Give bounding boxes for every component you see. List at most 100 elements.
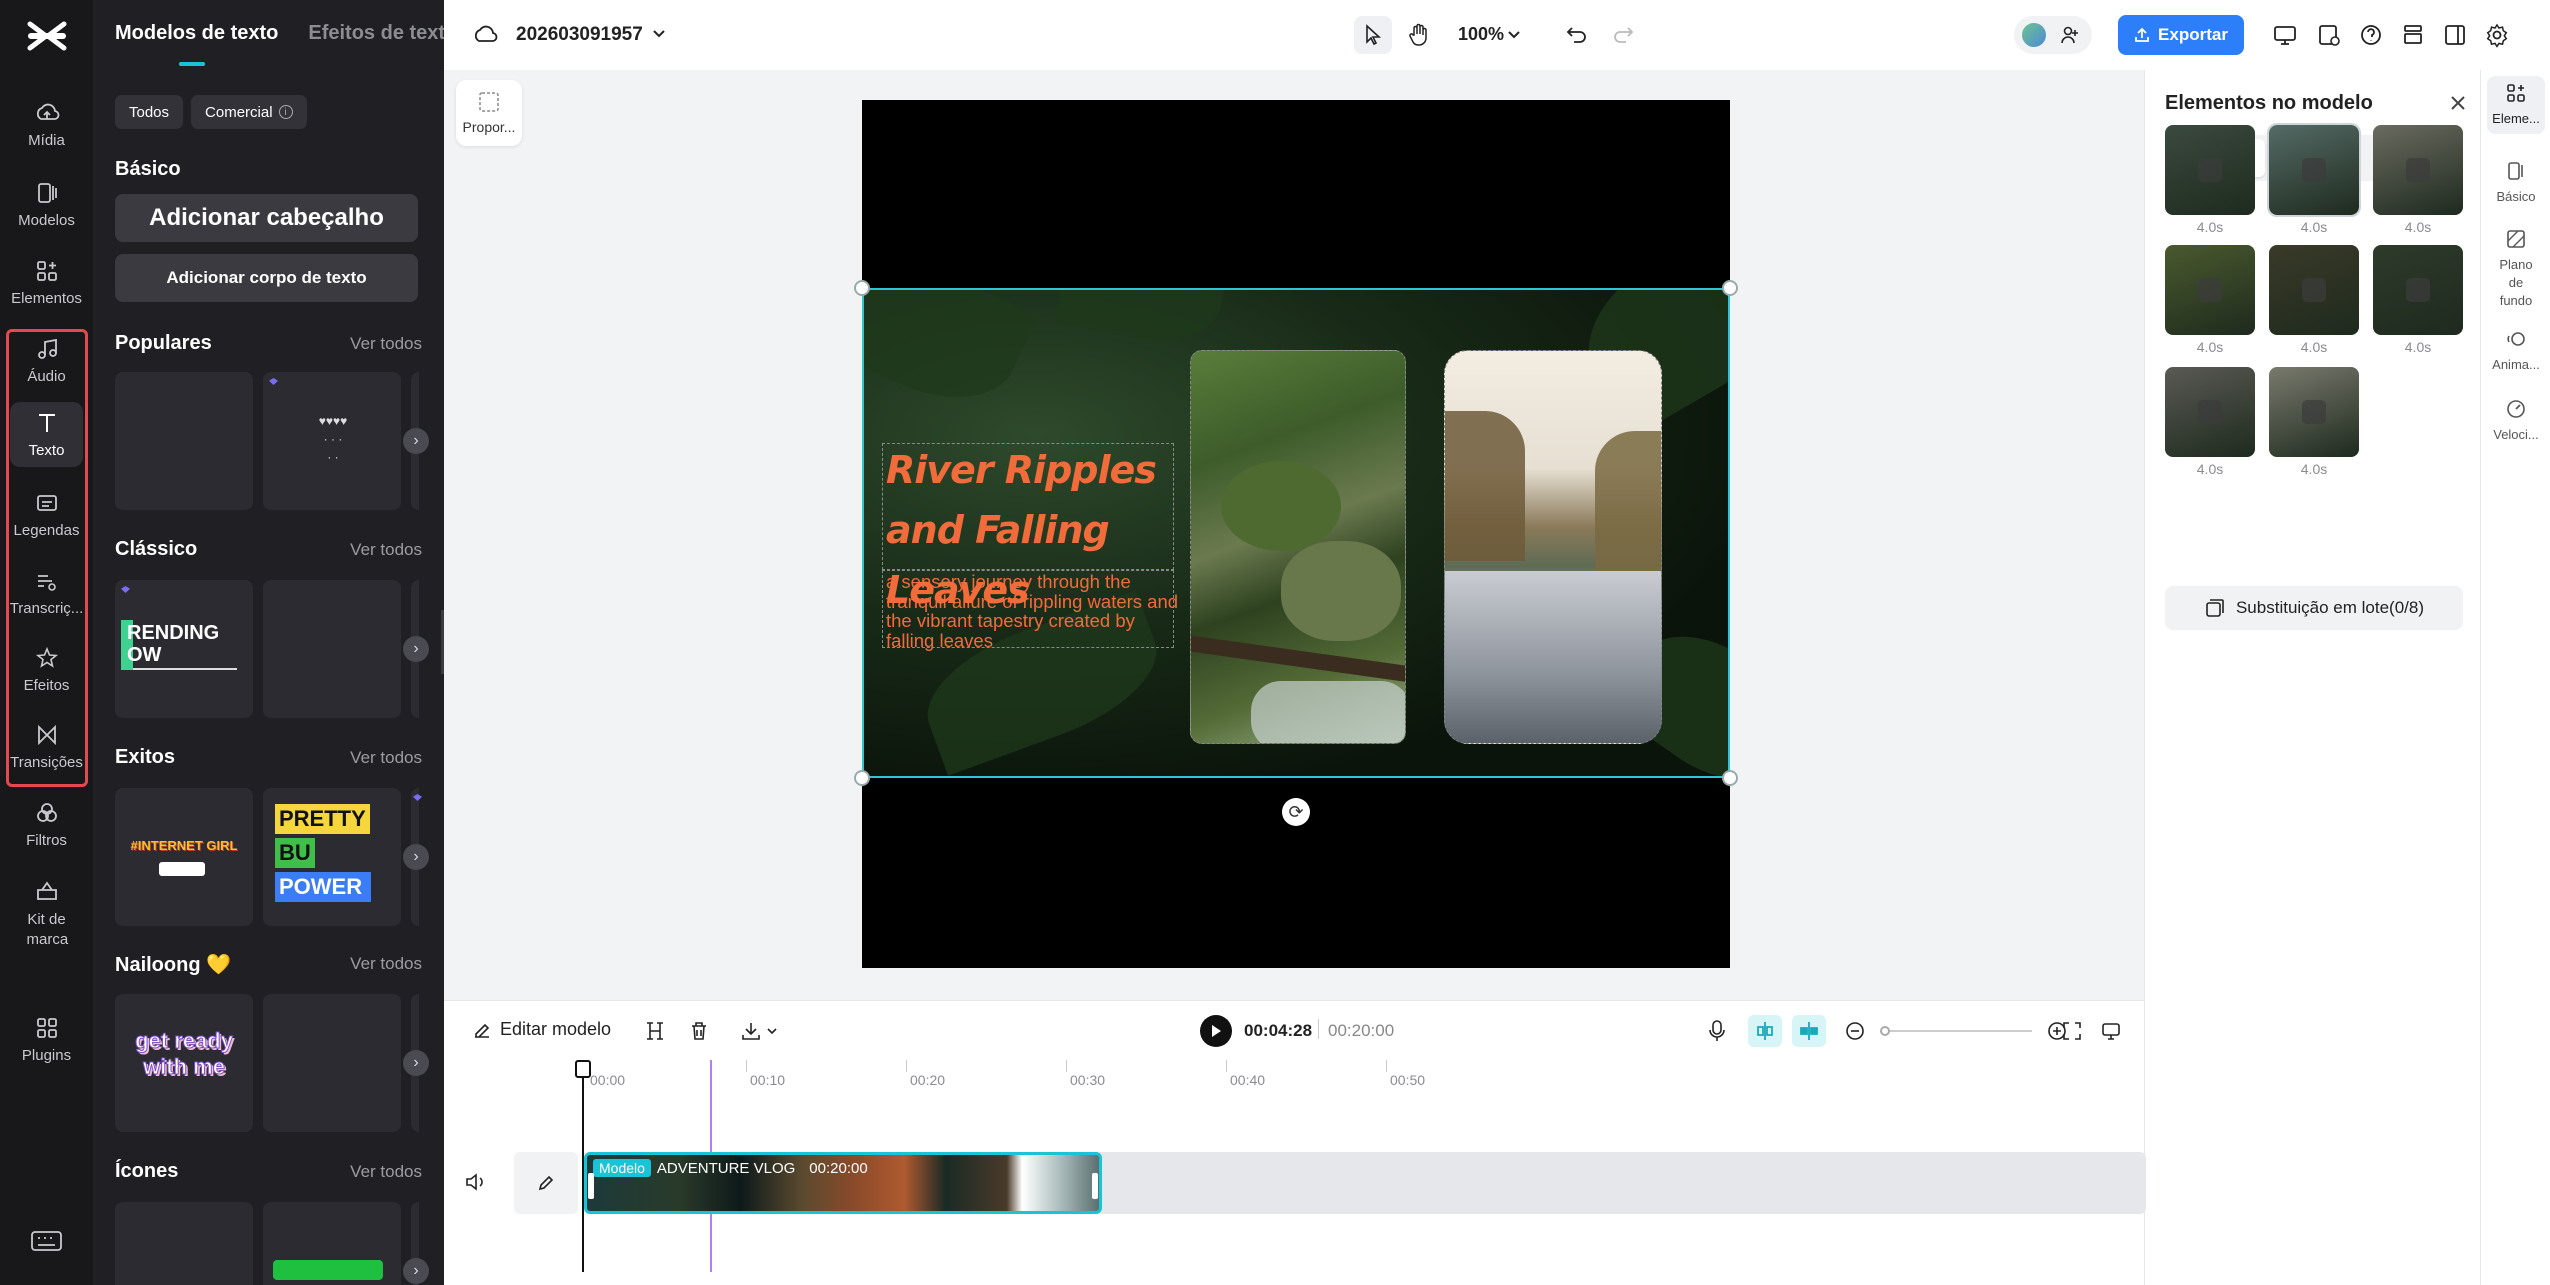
chevron-down-icon[interactable]	[766, 1025, 778, 1037]
tab-text-templates[interactable]: Modelos de texto	[115, 22, 278, 45]
see-all-icons-link[interactable]: Ver todos	[350, 1162, 422, 1182]
capcut-logo-icon[interactable]	[24, 18, 70, 54]
rail-item-filters[interactable]: Filtros	[0, 800, 93, 849]
timeline-area[interactable]: 00:00 00:10 00:20 00:30 00:40 00:50 Modelo AD…	[444, 1060, 2146, 1285]
present-screen-icon[interactable]	[2272, 22, 2298, 48]
scroll-right-arrow-icon[interactable]: ›	[403, 636, 429, 662]
resize-handle[interactable]	[1722, 770, 1738, 786]
rail-item-media[interactable]: Mídia	[0, 100, 93, 149]
magnet-snap-button[interactable]	[1748, 1015, 1782, 1047]
aspect-ratio-button[interactable]: Propor...	[456, 80, 522, 146]
redo-icon[interactable]	[1610, 22, 1636, 48]
settings-gear-icon[interactable]	[2484, 22, 2510, 48]
rrail-item-elements[interactable]: Eleme...	[2487, 76, 2545, 134]
resize-handle[interactable]	[854, 280, 870, 296]
text-template-card[interactable]	[115, 1202, 253, 1285]
text-template-card[interactable]	[263, 1202, 401, 1285]
edit-template-label: Editar modelo	[500, 1019, 612, 1039]
select-tool-button[interactable]	[1354, 16, 1392, 54]
zoom-out-icon[interactable]	[1844, 1020, 1866, 1042]
rail-item-plugins[interactable]: Plugins	[0, 1015, 93, 1064]
play-button[interactable]	[1200, 1015, 1232, 1047]
resize-handle[interactable]	[854, 770, 870, 786]
chevron-down-icon[interactable]	[650, 24, 668, 42]
text-template-card[interactable]	[263, 580, 401, 718]
timeline-zoom-slider[interactable]	[1882, 1030, 2032, 1032]
fit-screen-icon[interactable]	[2061, 1020, 2083, 1042]
playhead[interactable]	[582, 1060, 584, 1272]
element-thumbnail[interactable]	[2165, 367, 2255, 457]
scroll-right-arrow-icon[interactable]: ›	[403, 428, 429, 454]
scroll-right-arrow-icon[interactable]: ›	[403, 844, 429, 870]
split-icon[interactable]	[644, 1020, 666, 1042]
collaborators-pill[interactable]	[2014, 16, 2092, 54]
add-heading-button[interactable]: Adicionar cabeçalho	[115, 194, 418, 242]
see-all-hits-link[interactable]: Ver todos	[350, 748, 422, 768]
element-thumbnail[interactable]	[2267, 123, 2361, 217]
element-thumbnail[interactable]	[2269, 367, 2359, 457]
rrail-item-speed[interactable]: Veloci...	[2481, 398, 2550, 444]
see-all-nailoong-link[interactable]: Ver todos	[350, 954, 422, 974]
keyboard-icon[interactable]	[30, 1230, 63, 1252]
delete-trash-icon[interactable]	[688, 1020, 710, 1042]
replace-icon	[2406, 278, 2430, 302]
element-thumbnail[interactable]	[2269, 245, 2359, 335]
rrail-item-background[interactable]: Plano de fundo	[2481, 228, 2550, 310]
panel-layout-icon[interactable]	[2442, 22, 2468, 48]
shield-check-icon[interactable]	[2316, 22, 2342, 48]
batch-replace-button[interactable]: Substituição em lote(0/8)	[2165, 586, 2463, 630]
rotate-handle-icon[interactable]: ⟳	[1282, 798, 1310, 826]
text-template-card[interactable]	[115, 372, 253, 510]
video-stage[interactable]: River Ripples and Falling Leaves a senso…	[854, 100, 1738, 968]
clip-trim-handle-left[interactable]	[588, 1173, 594, 1199]
clip-trim-handle-right[interactable]	[1092, 1173, 1098, 1199]
link-tracks-button[interactable]	[1792, 1015, 1826, 1047]
rail-item-templates[interactable]: Modelos	[0, 180, 93, 229]
rrail-item-basic[interactable]: Básico	[2481, 160, 2550, 206]
resize-handle[interactable]	[1722, 280, 1738, 296]
rail-item-brand-kit[interactable]: Kit de marca	[0, 878, 93, 950]
element-thumbnail[interactable]	[2373, 125, 2463, 215]
canvas-area[interactable]: Propor... River Ripples and Falling Leav…	[444, 70, 2144, 1000]
element-thumbnail[interactable]	[2165, 245, 2255, 335]
text-template-card[interactable]: ♥♥♥♥ · · · · ·	[263, 372, 401, 510]
edit-track-button[interactable]	[514, 1152, 578, 1214]
scroll-right-arrow-icon[interactable]: ›	[403, 1050, 429, 1076]
element-thumbnail[interactable]	[2165, 125, 2255, 215]
chip-commercial[interactable]: Comercial i	[191, 95, 307, 129]
close-icon[interactable]	[2447, 92, 2469, 114]
add-body-text-button[interactable]: Adicionar corpo de texto	[115, 254, 418, 302]
project-name[interactable]: 202603091957	[516, 24, 643, 46]
cloud-sync-icon[interactable]	[472, 22, 498, 48]
text-template-card[interactable]: RENDING OW	[115, 580, 253, 718]
text-template-card[interactable]: get ready with me	[115, 994, 253, 1132]
monitor-preview-icon[interactable]	[2100, 1020, 2122, 1042]
microphone-icon[interactable]	[1706, 1019, 1728, 1043]
template-clip[interactable]: Modelo ADVENTURE VLOG 00:20:00	[584, 1152, 1102, 1214]
thumbnail-duration: 4.0s	[2300, 219, 2328, 235]
help-icon[interactable]	[2358, 22, 2384, 48]
rrail-item-animation[interactable]: Anima...	[2481, 328, 2550, 374]
download-icon[interactable]	[740, 1020, 762, 1042]
playhead-handle[interactable]	[575, 1060, 591, 1078]
see-all-classic-link[interactable]: Ver todos	[350, 540, 422, 560]
edit-template-button[interactable]: Editar modelo	[472, 1019, 611, 1040]
undo-icon[interactable]	[1564, 22, 1590, 48]
tab-text-effects[interactable]: Efeitos de texto	[308, 22, 444, 45]
element-thumbnail[interactable]	[2373, 245, 2463, 335]
layers-stack-icon[interactable]	[2400, 22, 2426, 48]
chip-all[interactable]: Todos	[115, 95, 184, 129]
rail-item-elements[interactable]: Elementos	[0, 258, 93, 307]
export-button[interactable]: Exportar	[2118, 15, 2244, 55]
text-template-card[interactable]: #INTERNET GIRL	[115, 788, 253, 926]
chevron-down-icon[interactable]	[1506, 26, 1522, 42]
slider-knob[interactable]	[1880, 1026, 1890, 1036]
hand-pan-icon[interactable]	[1406, 22, 1432, 48]
text-template-card[interactable]	[263, 994, 401, 1132]
see-all-popular-link[interactable]: Ver todos	[350, 334, 422, 354]
text-template-card[interactable]: PRETTY BU POWER	[263, 788, 401, 926]
scroll-right-arrow-icon[interactable]: ›	[403, 1258, 429, 1284]
zoom-level[interactable]: 100%	[1458, 24, 1504, 45]
selection-frame[interactable]	[862, 288, 1730, 778]
volume-icon[interactable]	[464, 1170, 488, 1194]
